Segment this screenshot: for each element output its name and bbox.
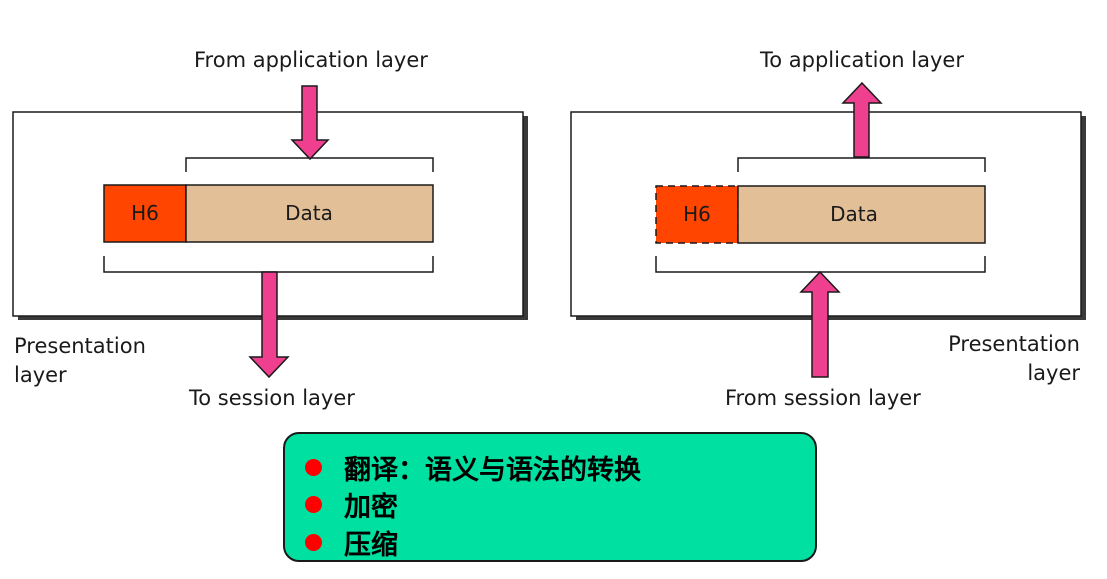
receiver-to-application-label: To application layer [760, 48, 964, 72]
receiver-from-session-label: From session layer [725, 386, 921, 410]
presentation-functions-panel: 翻译：语义与语法的转换 加密 压缩 [283, 432, 817, 562]
receiver-up-arrow-in [799, 270, 841, 378]
receiver-header-label: H6 [683, 202, 711, 226]
sender-layer-label: layer [14, 363, 67, 387]
bullet-dot-icon [305, 533, 322, 551]
function-item-compression: 压缩 [305, 523, 398, 561]
sender-presentation-label: Presentation [14, 334, 146, 358]
function-item-label: 压缩 [344, 529, 398, 561]
sender-to-session-label: To session layer [189, 386, 355, 410]
bullet-dot-icon [305, 458, 322, 476]
sender-data-label: Data [285, 201, 333, 225]
receiver-presentation-label: Presentation [948, 332, 1080, 356]
receiver-data-label: Data [830, 202, 878, 226]
function-item-translation: 翻译：语义与语法的转换 [305, 448, 641, 486]
bullet-dot-icon [305, 495, 322, 513]
function-item-label: 翻译：语义与语法的转换 [344, 454, 641, 486]
function-item-label: 加密 [344, 491, 398, 523]
receiver-layer-label: layer [1027, 361, 1080, 385]
presentation-layer-diagram: H6 Data H6 Data From application layer T… [0, 0, 1107, 579]
sender-header-label: H6 [131, 201, 159, 225]
sender-from-application-label: From application layer [194, 48, 428, 72]
function-item-encryption: 加密 [305, 485, 398, 523]
